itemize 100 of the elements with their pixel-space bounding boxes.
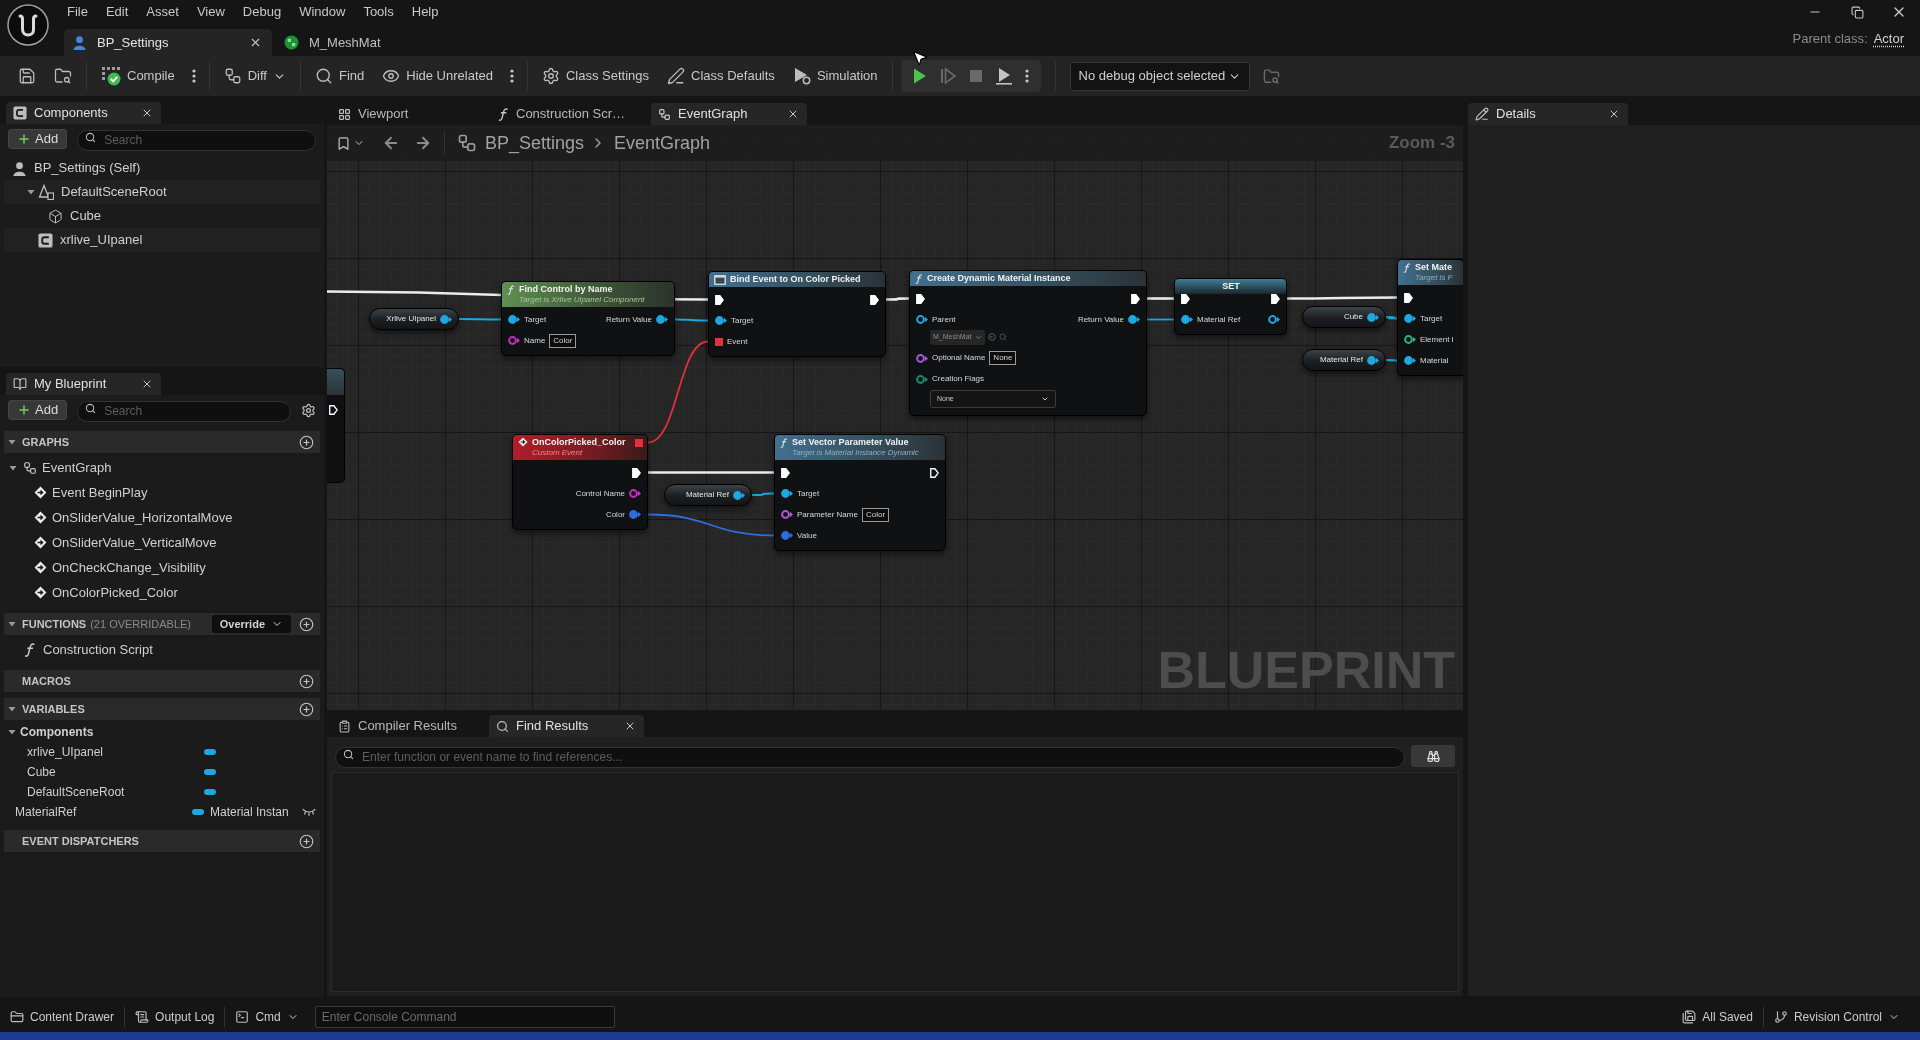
event-item[interactable]: OnSliderValue_VerticalMove	[4, 530, 320, 555]
tab[interactable]: Construction Scr…	[491, 103, 647, 125]
function-node[interactable]: Set Vector Parameter Value Target is Material Instance Dynamic Target Parameter Name Color Value	[774, 434, 946, 551]
data-pin-icon[interactable]	[781, 489, 793, 498]
event-node[interactable]: OnColorPicked_Color Custom Event Control Name Color	[512, 434, 648, 530]
tab[interactable]: Details	[1468, 103, 1628, 125]
variable-item[interactable]: MaterialRef	[4, 803, 192, 821]
data-pin-icon[interactable]	[1367, 312, 1379, 322]
caret-down-icon[interactable]	[8, 438, 16, 446]
add-button[interactable]: Add	[8, 129, 68, 149]
add-circle-icon[interactable]	[299, 616, 314, 632]
debug-object-dropdown[interactable]: No debug object selected	[1069, 61, 1250, 91]
menu-item[interactable]: Edit	[96, 2, 138, 22]
variable-item[interactable]: Cube	[4, 763, 192, 781]
menu-item[interactable]: Window	[290, 2, 355, 22]
section-header[interactable]: MACROS	[4, 670, 320, 692]
data-pin-icon[interactable]	[629, 489, 641, 498]
search-field[interactable]: Search	[77, 400, 291, 422]
tab[interactable]: EventGraph	[651, 103, 807, 125]
tab[interactable]: My Blueprint	[6, 373, 161, 395]
data-pin-icon[interactable]	[508, 336, 520, 345]
tree-item[interactable]: Cube	[4, 204, 320, 228]
text-field[interactable]: Color	[861, 507, 890, 522]
variable-type[interactable]: Material Instan	[210, 803, 289, 821]
settings-icon[interactable]	[301, 402, 316, 418]
override-dropdown[interactable]: Override	[211, 615, 291, 633]
exec-pin-icon[interactable]	[632, 467, 641, 478]
exec-pin-icon[interactable]	[1131, 293, 1140, 304]
event-item[interactable]: Event BeginPlay	[4, 480, 320, 505]
variable-node[interactable]: Cube	[1302, 306, 1386, 328]
event-item[interactable]: OnColorPicked_Color	[4, 580, 320, 605]
add-circle-icon[interactable]	[299, 701, 314, 717]
tree-item[interactable]: xrlive_UIpanel	[4, 228, 320, 252]
closed-eye-icon[interactable]	[302, 807, 316, 817]
data-pin-icon[interactable]	[1367, 355, 1379, 365]
breadcrumb-link[interactable]: EventGraph	[614, 129, 711, 157]
data-pin-icon[interactable]	[715, 316, 727, 325]
class-defaults-button[interactable]: Class Defaults	[661, 61, 781, 91]
add-circle-icon[interactable]	[299, 833, 314, 849]
close-icon[interactable]	[141, 107, 153, 119]
document-tab[interactable]: BP_Settings	[64, 29, 272, 56]
data-pin-icon[interactable]	[1128, 315, 1140, 324]
variable-node[interactable]: Material Ref	[664, 484, 752, 506]
exec-pin-icon[interactable]	[1271, 293, 1280, 304]
section-header[interactable]: FUNCTIONS (21 OVERRIDABLE) Override	[4, 613, 320, 635]
output-log-button[interactable]: Output Log	[129, 1004, 221, 1030]
event-item[interactable]: OnSliderValue_HorizontalMove	[4, 505, 320, 530]
find-button[interactable]: Find	[308, 61, 371, 91]
category-item[interactable]: Components	[4, 722, 320, 742]
data-pin-icon[interactable]	[508, 315, 520, 324]
data-pin-icon[interactable]	[1268, 315, 1280, 324]
menu-item[interactable]: Debug	[233, 2, 291, 22]
caret-down-icon[interactable]	[27, 188, 35, 196]
set-node[interactable]: SET Material Ref	[1174, 278, 1287, 335]
content-drawer-button[interactable]: Content Drawer	[4, 1004, 121, 1030]
add-circle-icon[interactable]	[299, 673, 314, 689]
close-icon[interactable]	[249, 36, 262, 49]
exec-pin-icon[interactable]	[1404, 292, 1413, 303]
tab[interactable]: Find Results	[489, 715, 644, 737]
delegate-pin-icon[interactable]	[715, 337, 723, 346]
menu-item[interactable]: File	[58, 2, 97, 22]
data-pin-icon[interactable]	[440, 314, 452, 324]
close-icon[interactable]	[787, 108, 799, 120]
class-settings-button[interactable]: Class Settings	[535, 61, 656, 91]
data-pin-icon[interactable]	[1181, 315, 1193, 324]
data-pin-icon[interactable]	[733, 490, 745, 500]
menu-item[interactable]: Tools	[354, 2, 403, 22]
data-pin-icon[interactable]	[656, 315, 668, 324]
close-icon[interactable]	[1608, 108, 1620, 120]
data-pin-icon[interactable]	[1404, 335, 1416, 344]
parent-class-link[interactable]: Actor	[1873, 28, 1904, 48]
menu-item[interactable]: View	[187, 2, 234, 22]
variable-node[interactable]: Material Ref	[1302, 349, 1386, 371]
menu-item[interactable]: Asset	[137, 2, 188, 22]
find-search-field[interactable]: Enter function or event name to find references...	[335, 746, 1405, 768]
breadcrumb-link[interactable]: BP_Settings	[485, 129, 585, 157]
tab[interactable]: Viewport	[331, 103, 487, 125]
save-status-button[interactable]: All Saved	[1676, 1004, 1759, 1030]
caret-down-icon[interactable]	[8, 705, 16, 713]
exec-pin-icon[interactable]	[916, 293, 925, 304]
event-item[interactable]: OnCheckChange_Visibility	[4, 555, 320, 580]
function-node[interactable]: Find Control by Name Target is Xrlive Uipanel Component Target Return Value Name Color	[501, 281, 675, 356]
hide-unrelated-button[interactable]: Hide Unrelated	[376, 61, 499, 91]
graph-item[interactable]: EventGraph	[4, 455, 320, 480]
data-pin-icon[interactable]	[916, 374, 928, 384]
bind-event-node[interactable]: Bind Event to On Color Picked Target Event	[708, 271, 886, 357]
function-item[interactable]: Construction Script	[4, 637, 320, 662]
exec-pin-icon[interactable]	[715, 294, 724, 305]
exec-pin-icon[interactable]	[930, 467, 939, 478]
tab[interactable]: Compiler Results	[331, 715, 486, 737]
cmd-dropdown[interactable]: Cmd	[229, 1004, 305, 1030]
data-pin-icon[interactable]	[781, 510, 793, 519]
section-header[interactable]: EVENT DISPATCHERS	[4, 830, 320, 852]
exec-pin-icon[interactable]	[781, 467, 790, 478]
variable-item[interactable]: xrlive_UIpanel	[4, 743, 192, 761]
caret-down-icon[interactable]	[9, 463, 17, 472]
find-button[interactable]	[1411, 745, 1455, 767]
function-node[interactable]: Set Mate Target is F Target Element I Material	[1397, 259, 1463, 376]
delegate-pin-icon[interactable]	[635, 438, 643, 447]
data-pin-icon[interactable]	[1404, 356, 1416, 365]
